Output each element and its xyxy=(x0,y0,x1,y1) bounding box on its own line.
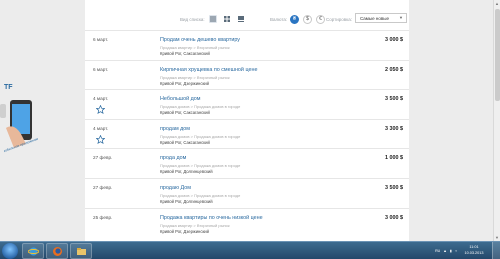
listing-price: 3 500 $ xyxy=(385,185,403,191)
sort-select[interactable]: Самые новые ▼ xyxy=(355,13,407,23)
favorite-star-icon[interactable] xyxy=(96,134,105,144)
listing-row[interactable]: 4 март. Небольшой дом Продажа домов > Прод… xyxy=(85,89,409,119)
listing-title-link[interactable]: продаю Дом xyxy=(160,185,191,191)
gallery-view-icon xyxy=(238,16,244,22)
scroll-up-icon[interactable]: ▲ xyxy=(495,1,499,6)
view-grid-button[interactable] xyxy=(223,15,231,23)
currency-eur-button[interactable]: € xyxy=(316,14,325,24)
list-view-icon xyxy=(210,16,216,22)
folder-icon xyxy=(76,247,86,255)
taskbar-ie-button[interactable] xyxy=(22,243,44,259)
view-mode-label: Вид списка: xyxy=(180,16,205,22)
listing-date: 4 март. xyxy=(93,96,109,102)
scrollbar-thumb[interactable] xyxy=(495,9,500,101)
listing-location: Кривой Рог, Дзержинский xyxy=(160,228,209,234)
listing-category: Продажа домов > Продажа домов в городе xyxy=(160,133,241,139)
network-icon[interactable]: ▮ xyxy=(450,249,452,253)
listing-row[interactable]: 25 февр. Продажа квартиры по очень низкой… xyxy=(85,207,409,238)
listing-date: 25 февр. xyxy=(93,214,113,220)
left-promo-strip: TF мобильное приложение xyxy=(0,0,82,241)
listing-location: Кривой Рог, Саксаганский xyxy=(160,51,210,56)
listing-date: 6 март. xyxy=(93,37,109,42)
listing-date: 27 февр. xyxy=(93,185,113,190)
listing-price: 1 000 $ xyxy=(385,155,403,162)
listing-category: Продажа домов > Продажа домов в городе xyxy=(160,104,241,110)
favorite-star-icon[interactable] xyxy=(96,105,105,115)
taskbar-explorer-button[interactable] xyxy=(70,243,92,259)
listing-price: 3 000 $ xyxy=(385,37,403,43)
listing-date: 6 март. xyxy=(93,66,109,72)
listing-row[interactable]: 6 март. Продам очень дешево квартиру Прода… xyxy=(85,30,409,60)
listing-row[interactable]: 27 февр. продаю Дом Продажа домов > Продаж… xyxy=(85,178,409,208)
listing-location: Кривой Рог, Долгинцевский xyxy=(160,169,213,175)
listing-location: Кривой Рог, Долгинцевский xyxy=(160,199,213,204)
listing-category: Продажа квартир > Вторичный рынок xyxy=(160,74,230,80)
listing-category: Продажа квартир > Вторичный рынок xyxy=(160,45,230,50)
listing-row[interactable]: 27 февр. прода дом Продажа домов > Продажа… xyxy=(85,148,409,178)
mobile-app-ad[interactable]: мобильное приложение xyxy=(4,98,38,156)
firefox-icon xyxy=(52,246,62,256)
currency-uah-button[interactable]: ₴ xyxy=(290,14,299,24)
tray-arrow-icon[interactable]: ▲ xyxy=(443,249,447,253)
view-list-button[interactable] xyxy=(209,15,217,23)
page-scrollbar[interactable]: ▲ ▼ xyxy=(493,0,500,241)
listing-price: 3 300 $ xyxy=(385,125,403,132)
language-indicator[interactable]: RU xyxy=(435,249,440,253)
start-button[interactable] xyxy=(2,243,18,259)
listing-title-link[interactable]: Продажа квартиры по очень низкой цене xyxy=(160,215,263,221)
scroll-down-icon[interactable]: ▼ xyxy=(495,235,499,240)
listing-category: Продажа квартир > Вторичный рынок xyxy=(160,222,230,228)
listing-price: 3 000 $ xyxy=(385,214,403,221)
listing-price: 2 050 $ xyxy=(385,66,403,73)
listing-price: 3 500 $ xyxy=(385,96,403,103)
listing-title-link[interactable]: Небольшой дом xyxy=(160,96,200,102)
listing-title-link[interactable]: Продам очень дешево квартиру xyxy=(160,37,240,43)
sort-select-value: Самые новые xyxy=(360,15,389,21)
listing-location: Кривой Рог, Саксаганский xyxy=(160,139,210,145)
site-logo[interactable]: TF xyxy=(4,84,13,91)
internet-explorer-icon xyxy=(27,247,39,255)
currency-usd-button[interactable]: $ xyxy=(303,14,312,24)
listing-row[interactable]: 4 март. продам дом Продажа домов > Продажа… xyxy=(85,118,409,149)
listing-row[interactable]: 6 март. Кирпичная хрущевка по смешной цен… xyxy=(85,59,409,90)
screen: TF мобильное приложение Вид списка: Валю… xyxy=(0,0,500,259)
listing-title-link[interactable]: продам дом xyxy=(160,126,190,132)
listing-date: 27 февр. xyxy=(93,155,113,161)
taskbar: RU ▲ ▮ ◖ 11:01 10.03.2013 xyxy=(0,241,500,259)
volume-icon[interactable]: ◖ xyxy=(455,249,457,253)
listing-location: Кривой Рог, Дзержинский xyxy=(160,80,209,86)
listing-title-link[interactable]: Кирпичная хрущевка по смешной цене xyxy=(160,67,257,73)
taskbar-firefox-button[interactable] xyxy=(46,243,68,259)
grid-view-icon xyxy=(224,16,230,22)
sort-bar: Вид списка: Валюта: ₴ $ € Сортировка: Са… xyxy=(85,12,409,26)
show-desktop-button[interactable] xyxy=(492,242,500,259)
listing-location: Кривой Рог, Саксаганский xyxy=(160,110,210,116)
listing-title-link[interactable]: прода дом xyxy=(160,155,186,161)
currency-label: Валюта: xyxy=(270,16,288,22)
listing-category: Продажа домов > Продажа домов в городе xyxy=(160,163,241,169)
listing-category: Продажа домов > Продажа домов в городе xyxy=(160,193,241,198)
chevron-down-icon: ▼ xyxy=(399,15,403,20)
sort-label: Сортировка: xyxy=(326,16,352,22)
listings-panel: Вид списка: Валюта: ₴ $ € Сортировка: Са… xyxy=(85,0,409,241)
view-gallery-button[interactable] xyxy=(237,15,245,23)
listing-date: 4 март. xyxy=(93,125,109,131)
clock[interactable]: 11:01 10.03.2013 xyxy=(461,244,487,256)
clock-date: 10.03.2013 xyxy=(464,251,484,255)
